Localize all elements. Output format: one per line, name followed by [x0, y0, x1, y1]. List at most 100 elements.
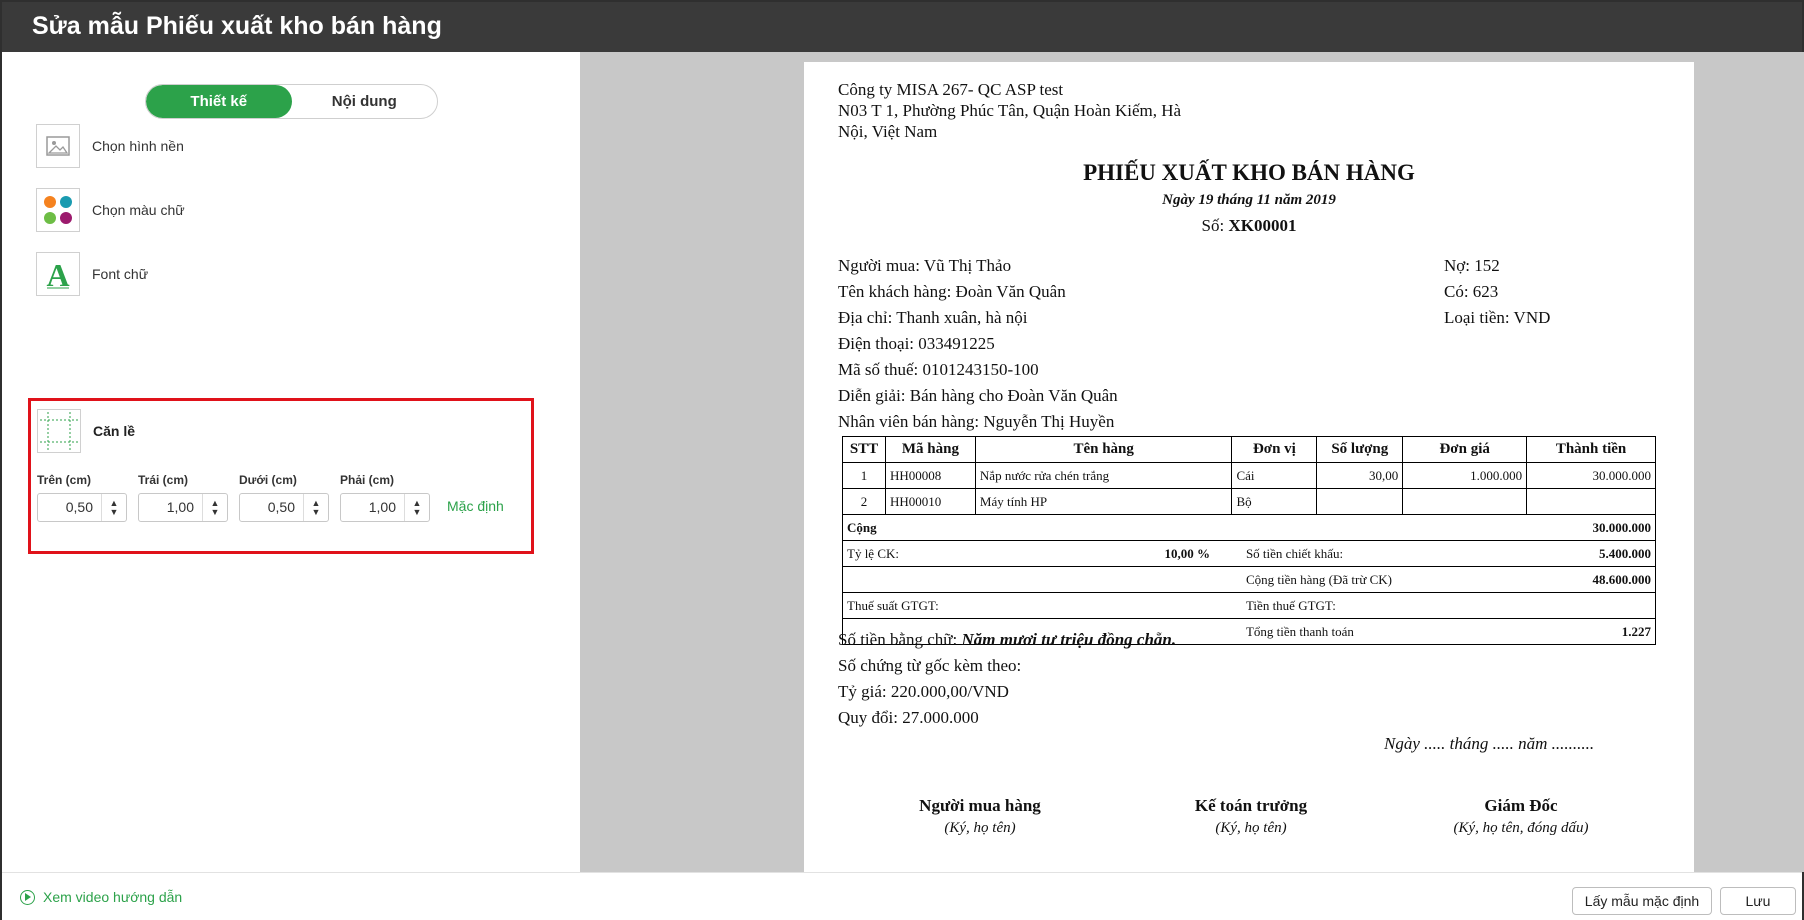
total-label: Cộng	[841, 514, 1527, 541]
choose-background-option[interactable]: Chọn hình nền	[36, 124, 184, 168]
exchange-rate: Tỷ giá: 220.000,00/VND	[838, 682, 1009, 701]
table-header: STT	[842, 436, 886, 463]
goods-total-label: Cộng tiền hàng (Đã trừ CK)	[1231, 566, 1527, 593]
document-number: Số: XK00001	[804, 216, 1694, 236]
table-cell: HH00010	[884, 488, 976, 515]
customer-tax-code: Mã số thuế: 0101243150-100	[838, 360, 1039, 379]
video-guide-label: Xem video hướng dẫn	[43, 889, 183, 905]
default-template-button[interactable]: Lấy mẫu mặc định	[1572, 887, 1712, 915]
margin-right-field: Phải (cm) 1,00 ▲ ▼	[340, 473, 430, 522]
signature-note: (Ký, họ tên)	[1215, 820, 1287, 836]
margins-panel: Căn lề Trên (cm) 0,50 ▲ ▼ Trái (cm) 1,00 …	[28, 398, 534, 554]
editor-window: Sửa mẫu Phiếu xuất kho bán hàng Thiết kế…	[0, 0, 1804, 920]
stepper-arrows-icon[interactable]: ▲ ▼	[102, 494, 126, 521]
choose-text-color-option[interactable]: Chọn màu chữ	[36, 188, 185, 232]
stepper-arrows-icon[interactable]: ▲ ▼	[304, 494, 328, 521]
discount-amount-value: 5.400.000	[1526, 540, 1656, 567]
save-button[interactable]: Lưu	[1720, 887, 1796, 915]
company-name: Công ty MISA 267- QC ASP test	[838, 80, 1064, 99]
vat-rate-label: Thuế suất GTGT:	[841, 592, 1232, 619]
signature-director: Giám Đốc (Ký, họ tên, đóng dấu)	[1401, 796, 1641, 837]
choose-text-color-label: Chọn màu chữ	[92, 202, 185, 218]
margin-top-field: Trên (cm) 0,50 ▲ ▼	[37, 473, 127, 522]
table-cell: Nắp nước rửa chén trắng	[974, 462, 1233, 489]
margin-bottom-caption: Dưới (cm)	[239, 473, 297, 487]
tab-design[interactable]: Thiết kế	[146, 85, 292, 118]
table-cell	[1402, 488, 1528, 515]
table-cell: Máy tính HP	[974, 488, 1233, 515]
grand-total-value: 1.227	[1526, 618, 1656, 645]
table-header: Đơn vị	[1231, 436, 1318, 463]
customer-address: Địa chỉ: Thanh xuân, hà nội	[838, 308, 1028, 327]
discount-amount-label: Số tiền chiết khấu:	[1231, 540, 1527, 567]
table-cell	[1526, 488, 1656, 515]
amount-in-words: Số tiền bằng chữ: Năm mươi tư triệu đồng…	[838, 630, 1176, 650]
image-icon	[36, 124, 80, 168]
tab-content[interactable]: Nội dung	[292, 85, 438, 118]
table-cell: 30,00	[1316, 462, 1404, 489]
signature-title: Giám Đốc	[1484, 796, 1558, 815]
company-address-line1: N03 T 1, Phường Phúc Tân, Quận Hoàn Kiếm…	[838, 101, 1182, 120]
signature-title: Người mua hàng	[919, 796, 1041, 815]
preview-area: Công ty MISA 267- QC ASP test N03 T 1, P…	[580, 52, 1804, 872]
discount-rate-value: 10,00 %	[975, 540, 1232, 567]
sign-date: Ngày ..... tháng ..... năm ..........	[1384, 734, 1595, 753]
document-title: PHIẾU XUẤT KHO BÁN HÀNG	[1083, 160, 1415, 185]
stepper-arrows-icon[interactable]: ▲ ▼	[405, 494, 429, 521]
empty-cell	[1526, 592, 1656, 619]
signature-chief-accountant: Kế toán trưởng (Ký, họ tên)	[1131, 796, 1371, 837]
margin-top-stepper[interactable]: 0,50 ▲ ▼	[37, 493, 127, 522]
table-cell: 1.000.000	[1402, 462, 1528, 489]
goods-total-value: 48.600.000	[1526, 566, 1656, 593]
vat-row: Thuế suất GTGT: Tiền thuế GTGT:	[841, 592, 1656, 619]
signature-note: (Ký, họ tên, đóng dấu)	[1453, 820, 1589, 836]
table-row: 2 HH00010 Máy tính HP Bộ	[842, 488, 1656, 515]
total-row: Cộng 30.000.000	[841, 514, 1656, 541]
table-header: Mã hàng	[884, 436, 976, 463]
footer-bar: Xem video hướng dẫn Lấy mẫu mặc định Lưu	[2, 872, 1802, 920]
margin-icon	[37, 409, 81, 453]
default-margins-link[interactable]: Mặc định	[447, 498, 504, 514]
font-option[interactable]: A Font chữ	[36, 252, 148, 296]
table-cell: 1	[842, 462, 886, 489]
attached-documents: Số chứng từ gốc kèm theo:	[838, 656, 1022, 675]
description: Diễn giải: Bán hàng cho Đoàn Văn Quân	[838, 386, 1118, 405]
buyer-name: Người mua: Vũ Thị Thảo	[838, 256, 1012, 275]
table-cell: HH00008	[884, 462, 976, 489]
table-row: 1 HH00008 Nắp nước rửa chén trắng Cái 30…	[842, 462, 1656, 489]
margin-right-stepper[interactable]: 1,00 ▲ ▼	[340, 493, 430, 522]
stepper-arrows-icon[interactable]: ▲ ▼	[203, 494, 227, 521]
svg-text:A: A	[46, 258, 69, 290]
video-guide-link[interactable]: Xem video hướng dẫn	[20, 889, 182, 905]
window-title: Sửa mẫu Phiếu xuất kho bán hàng	[32, 12, 442, 40]
margin-right-value[interactable]: 1,00	[341, 494, 405, 521]
margin-bottom-field: Dưới (cm) 0,50 ▲ ▼	[239, 473, 329, 522]
document-page: Công ty MISA 267- QC ASP test N03 T 1, P…	[804, 62, 1694, 872]
currency-type: Loại tiền: VND	[1444, 308, 1551, 327]
table-cell	[1316, 488, 1404, 515]
signature-note: (Ký, họ tên)	[944, 820, 1016, 836]
document-number-value: XK00001	[1228, 216, 1297, 235]
margin-left-field: Trái (cm) 1,00 ▲ ▼	[138, 473, 228, 522]
title-bar: Sửa mẫu Phiếu xuất kho bán hàng	[2, 2, 1802, 52]
signature-title: Kế toán trưởng	[1194, 796, 1308, 815]
margins-header[interactable]: Căn lề	[37, 409, 135, 453]
margin-left-stepper[interactable]: 1,00 ▲ ▼	[138, 493, 228, 522]
amount-in-words-label: Số tiền bằng chữ:	[838, 630, 958, 649]
goods-total-row: Cộng tiền hàng (Đã trừ CK) 48.600.000	[841, 566, 1656, 593]
margin-bottom-stepper[interactable]: 0,50 ▲ ▼	[239, 493, 329, 522]
margin-top-value[interactable]: 0,50	[38, 494, 102, 521]
choose-background-label: Chọn hình nền	[92, 138, 184, 154]
document-date: Ngày 19 tháng 11 năm 2019	[1162, 192, 1336, 208]
discount-row: Tỷ lệ CK: 10,00 % Số tiền chiết khấu: 5.…	[842, 540, 1656, 567]
margin-left-value[interactable]: 1,00	[139, 494, 203, 521]
grand-total-label: Tổng tiền thanh toán	[1231, 618, 1527, 645]
margin-left-caption: Trái (cm)	[138, 473, 189, 487]
discount-rate-label: Tỷ lệ CK:	[842, 540, 976, 567]
table-cell: Bộ	[1231, 488, 1318, 515]
mode-switch: Thiết kế Nội dung	[145, 84, 438, 119]
table-header: Thành tiền	[1526, 436, 1656, 463]
font-icon: A	[36, 252, 80, 296]
margin-bottom-value[interactable]: 0,50	[240, 494, 304, 521]
font-label: Font chữ	[92, 266, 149, 282]
